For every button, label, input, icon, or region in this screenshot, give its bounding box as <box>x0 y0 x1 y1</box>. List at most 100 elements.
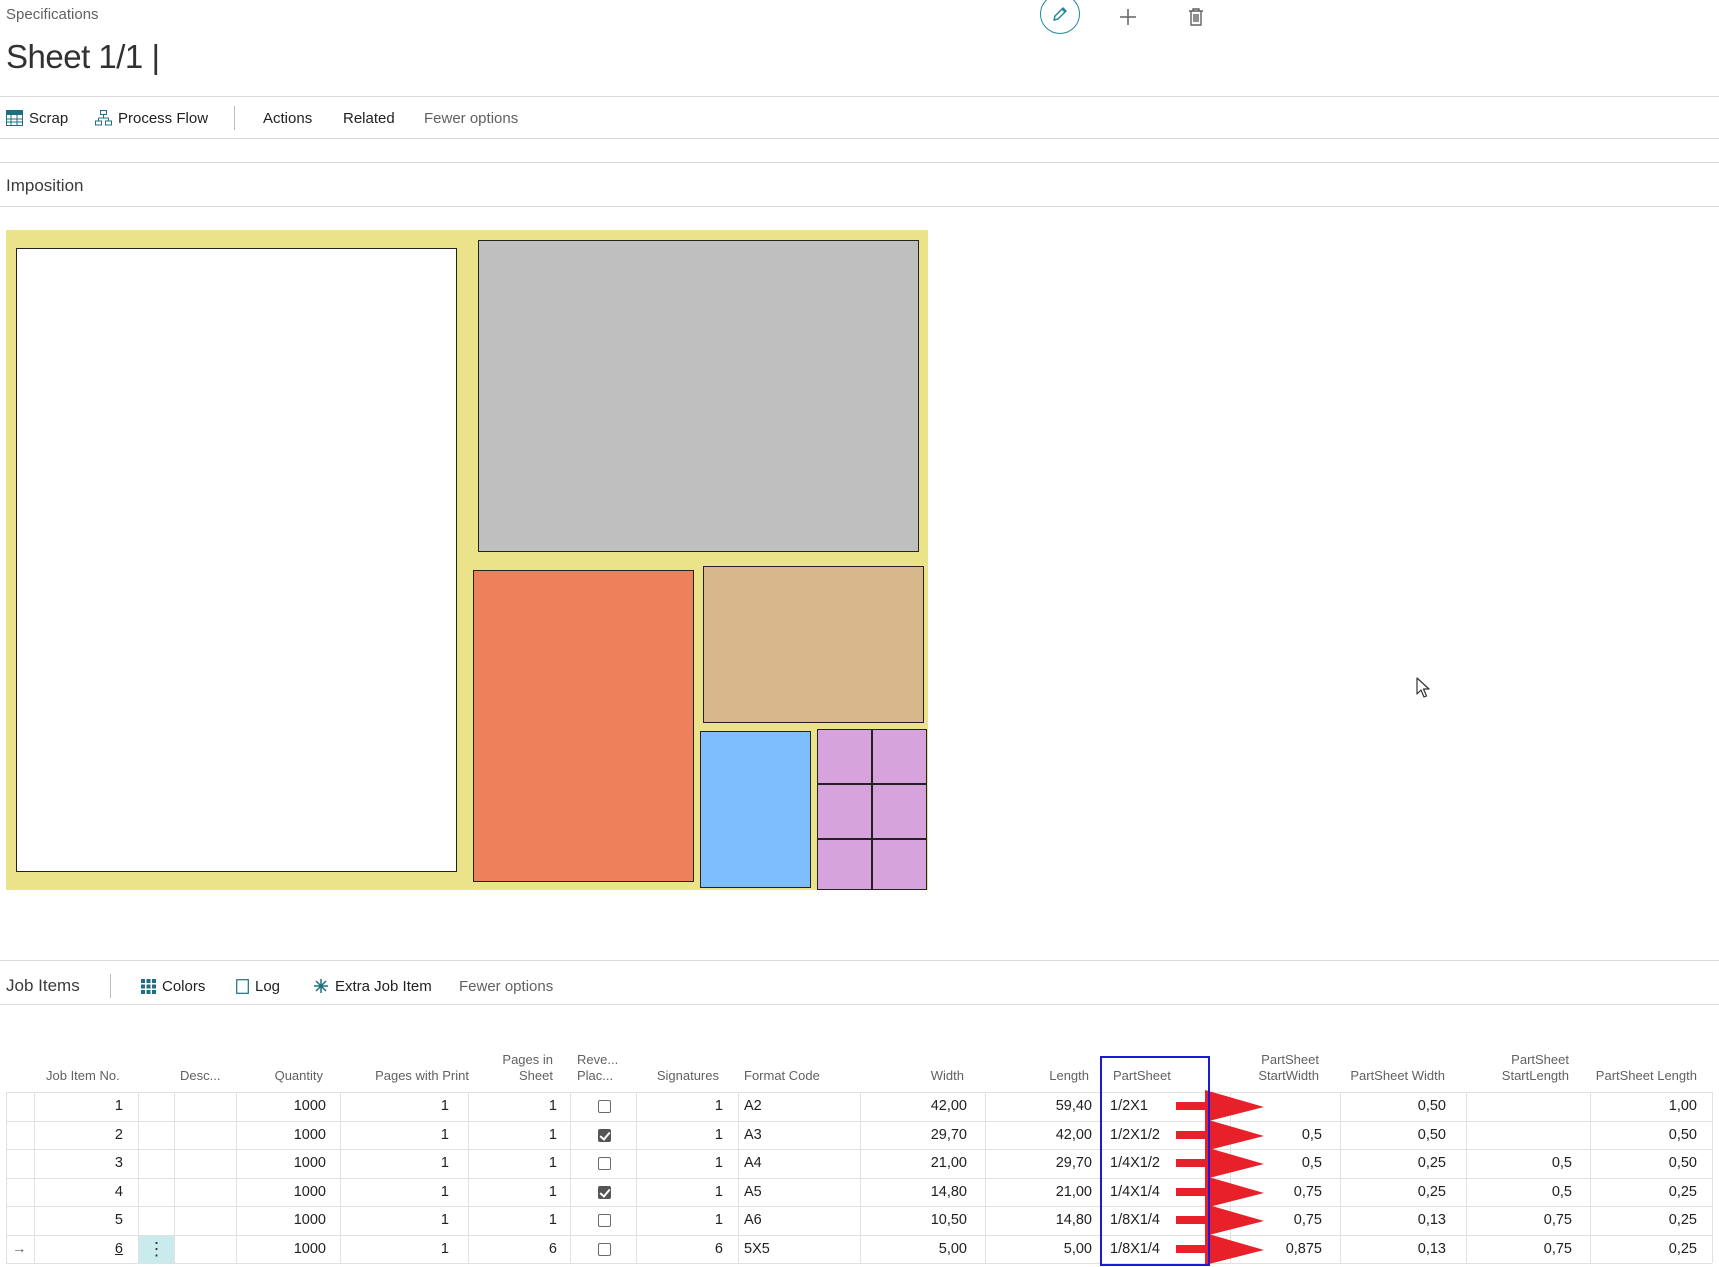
quantity-cell[interactable]: 1000 <box>240 1096 326 1116</box>
col-header-job-item-no[interactable]: Job Item No. <box>46 1068 120 1084</box>
reverse-placement-checkbox[interactable] <box>598 1185 611 1199</box>
partsheet-5x5[interactable] <box>872 839 927 890</box>
length-cell[interactable]: 21,00 <box>1000 1182 1092 1202</box>
fewer-options-button[interactable]: Fewer options <box>424 110 518 127</box>
width-cell[interactable]: 5,00 <box>870 1239 967 1259</box>
format-code-cell[interactable]: A5 <box>744 1182 844 1202</box>
related-menu[interactable]: Related <box>343 110 395 127</box>
partsheet-width-cell[interactable]: 0,50 <box>1340 1096 1446 1116</box>
col-header-reverse-placement[interactable]: Reve... Plac... <box>577 1052 618 1084</box>
format-code-cell[interactable]: 5X5 <box>744 1239 844 1259</box>
job-item-no-cell[interactable]: 6 <box>40 1239 123 1259</box>
signatures-cell[interactable]: 1 <box>640 1125 723 1145</box>
pages-in-sheet-cell[interactable]: 1 <box>480 1096 557 1116</box>
length-cell[interactable]: 14,80 <box>1000 1210 1092 1230</box>
col-header-partsheet-length[interactable]: PartSheet Length <box>1590 1068 1697 1084</box>
col-header-partsheet-startlength[interactable]: PartSheet StartLength <box>1480 1052 1569 1084</box>
pages-in-sheet-cell[interactable]: 6 <box>480 1239 557 1259</box>
partsheet-length-cell[interactable]: 0,50 <box>1590 1125 1697 1145</box>
new-button[interactable] <box>1108 0 1148 34</box>
extra-job-item-action[interactable]: Extra Job Item <box>313 978 432 995</box>
imposition-title[interactable]: Imposition <box>6 176 83 196</box>
jobitems-fewer-options-button[interactable]: Fewer options <box>459 978 553 995</box>
job-item-no-cell[interactable]: 3 <box>40 1153 123 1173</box>
width-cell[interactable]: 21,00 <box>870 1153 967 1173</box>
format-code-cell[interactable]: A6 <box>744 1210 844 1230</box>
col-header-partsheet-startwidth[interactable]: PartSheet StartWidth <box>1230 1052 1319 1084</box>
width-cell[interactable]: 10,50 <box>870 1210 967 1230</box>
pages-in-sheet-cell[interactable]: 1 <box>480 1210 557 1230</box>
partsheet-startlength-cell[interactable]: 0,5 <box>1480 1153 1572 1173</box>
width-cell[interactable]: 42,00 <box>870 1096 967 1116</box>
reverse-placement-checkbox[interactable] <box>598 1242 611 1256</box>
length-cell[interactable]: 5,00 <box>1000 1239 1092 1259</box>
signatures-cell[interactable]: 1 <box>640 1153 723 1173</box>
length-cell[interactable]: 59,40 <box>1000 1096 1092 1116</box>
partsheet-length-cell[interactable]: 0,25 <box>1590 1182 1697 1202</box>
quantity-cell[interactable]: 1000 <box>240 1182 326 1202</box>
pages-with-print-cell[interactable]: 1 <box>340 1153 449 1173</box>
reverse-placement-checkbox[interactable] <box>598 1214 611 1227</box>
pages-with-print-cell[interactable]: 1 <box>340 1182 449 1202</box>
partsheet-a4[interactable] <box>473 570 694 882</box>
partsheet-5x5[interactable] <box>817 839 872 890</box>
row-menu-button[interactable]: ⋮ <box>139 1235 174 1263</box>
width-cell[interactable]: 29,70 <box>870 1125 967 1145</box>
pages-in-sheet-cell[interactable]: 1 <box>480 1182 557 1202</box>
partsheet-width-cell[interactable]: 0,13 <box>1340 1239 1446 1259</box>
col-header-pages-in-sheet[interactable]: Pages in Sheet <box>480 1052 553 1084</box>
quantity-cell[interactable]: 1000 <box>240 1210 326 1230</box>
partsheet-length-cell[interactable]: 0,50 <box>1590 1153 1697 1173</box>
pages-in-sheet-cell[interactable]: 1 <box>480 1153 557 1173</box>
format-code-cell[interactable]: A2 <box>744 1096 844 1116</box>
quantity-cell[interactable]: 1000 <box>240 1125 326 1145</box>
breadcrumb[interactable]: Specifications <box>6 6 99 23</box>
pages-with-print-cell[interactable]: 1 <box>340 1210 449 1230</box>
scrap-action[interactable]: Scrap <box>6 110 68 127</box>
partsheet-a6[interactable] <box>700 731 811 888</box>
signatures-cell[interactable]: 1 <box>640 1096 723 1116</box>
pages-with-print-cell[interactable]: 1 <box>340 1096 449 1116</box>
actions-menu[interactable]: Actions <box>263 110 312 127</box>
quantity-cell[interactable]: 1000 <box>240 1239 326 1259</box>
job-item-no-cell[interactable]: 5 <box>40 1210 123 1230</box>
pages-in-sheet-cell[interactable]: 1 <box>480 1125 557 1145</box>
col-header-desc[interactable]: Desc... <box>180 1068 220 1084</box>
partsheet-startlength-cell[interactable]: 0,75 <box>1480 1239 1572 1259</box>
process-flow-action[interactable]: Process Flow <box>95 110 208 127</box>
reverse-placement-checkbox[interactable] <box>598 1157 611 1170</box>
signatures-cell[interactable]: 6 <box>640 1239 723 1259</box>
partsheet-startlength-cell[interactable]: 0,75 <box>1480 1210 1572 1230</box>
partsheet-length-cell[interactable]: 0,25 <box>1590 1239 1697 1259</box>
colors-action[interactable]: Colors <box>141 978 205 995</box>
partsheet-length-cell[interactable]: 1,00 <box>1590 1096 1697 1116</box>
partsheet-5x5[interactable] <box>872 784 927 839</box>
partsheet-a5[interactable] <box>703 566 924 723</box>
job-item-no-cell[interactable]: 4 <box>40 1182 123 1202</box>
log-action[interactable]: Log <box>236 978 280 995</box>
edit-button[interactable] <box>1040 0 1080 34</box>
partsheet-width-cell[interactable]: 0,50 <box>1340 1125 1446 1145</box>
length-cell[interactable]: 29,70 <box>1000 1153 1092 1173</box>
signatures-cell[interactable]: 1 <box>640 1210 723 1230</box>
format-code-cell[interactable]: A3 <box>744 1125 844 1145</box>
partsheet-5x5[interactable] <box>817 784 872 839</box>
partsheet-width-cell[interactable]: 0,13 <box>1340 1210 1446 1230</box>
col-header-pages-with-print[interactable]: Pages with Print <box>340 1068 469 1084</box>
reverse-placement-checkbox[interactable] <box>598 1100 611 1113</box>
col-header-quantity[interactable]: Quantity <box>240 1068 323 1084</box>
partsheet-a2[interactable] <box>16 248 457 872</box>
partsheet-width-cell[interactable]: 0,25 <box>1340 1182 1446 1202</box>
width-cell[interactable]: 14,80 <box>870 1182 967 1202</box>
job-item-no-cell[interactable]: 2 <box>40 1125 123 1145</box>
partsheet-5x5[interactable] <box>872 729 927 784</box>
format-code-cell[interactable]: A4 <box>744 1153 844 1173</box>
col-header-length[interactable]: Length <box>1000 1068 1089 1084</box>
partsheet-length-cell[interactable]: 0,25 <box>1590 1210 1697 1230</box>
col-header-format-code[interactable]: Format Code <box>744 1068 820 1084</box>
job-item-no-cell[interactable]: 1 <box>40 1096 123 1116</box>
pages-with-print-cell[interactable]: 1 <box>340 1125 449 1145</box>
pages-with-print-cell[interactable]: 1 <box>340 1239 449 1259</box>
col-header-signatures[interactable]: Signatures <box>640 1068 719 1084</box>
delete-button[interactable] <box>1176 0 1216 34</box>
